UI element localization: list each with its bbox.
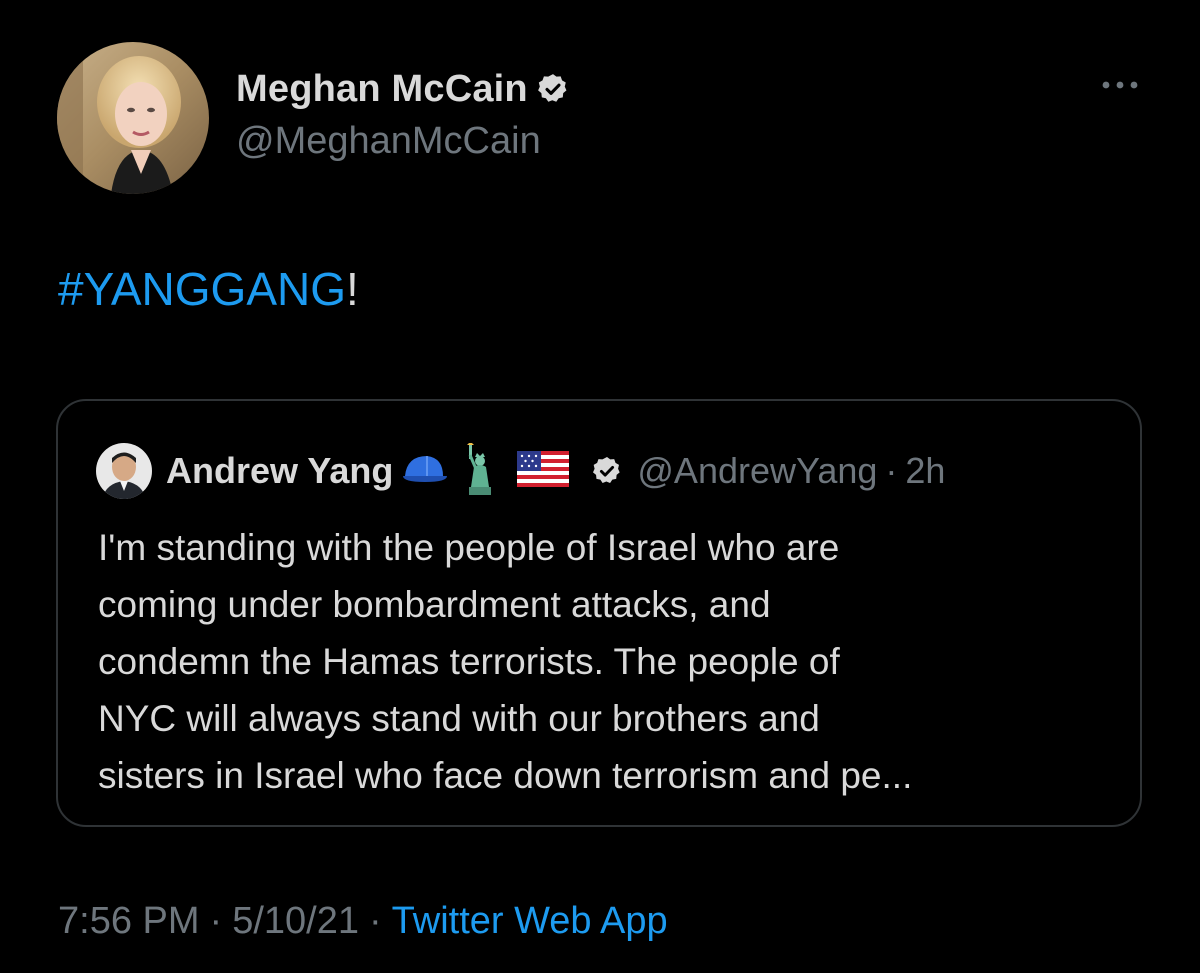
author-avatar[interactable]: [57, 42, 209, 194]
author-handle[interactable]: @MeghanMcCain: [236, 120, 541, 163]
quoted-tweet-body: I'm standing with the people of Israel w…: [98, 519, 1118, 804]
quoted-line: condemn the Hamas terrorists. The people…: [98, 641, 840, 682]
quoted-line: NYC will always stand with our brothers …: [98, 698, 820, 739]
quoted-tweet-card[interactable]: Andrew Yang @AndrewYang · 2h I'm standin…: [56, 399, 1142, 827]
us-flag-icon: [517, 450, 570, 487]
avatar-image: [57, 42, 209, 194]
tweet-source-link[interactable]: Twitter Web App: [392, 900, 668, 942]
quoted-separator: ·: [885, 450, 898, 491]
author-name-row[interactable]: Meghan McCain: [236, 66, 570, 112]
more-options-button[interactable]: [1092, 70, 1148, 100]
tweet-footer: 7:56 PM · 5/10/21 · Twitter Web App: [58, 900, 668, 943]
quoted-verified-badge-icon: [593, 457, 621, 483]
author-display-name[interactable]: Meghan McCain: [236, 68, 528, 111]
quoted-avatar-image: [96, 443, 152, 499]
quoted-line: I'm standing with the people of Israel w…: [98, 527, 840, 568]
statue-of-liberty-icon: [467, 442, 492, 495]
quoted-tweet-header: Andrew Yang @AndrewYang · 2h: [96, 442, 946, 500]
tweet-time[interactable]: 7:56 PM: [58, 900, 200, 942]
statue-of-liberty-emoji: [463, 442, 497, 500]
quoted-line: sisters in Israel who face down terroris…: [98, 755, 913, 796]
quoted-line: coming under bombardment attacks, and: [98, 584, 771, 625]
tweet-date[interactable]: 5/10/21: [232, 900, 359, 942]
tweet-detail: Meghan McCain @MeghanMcCain #YANGGANG! A…: [0, 0, 1200, 973]
quoted-timestamp: 2h: [905, 450, 946, 491]
footer-separator: ·: [209, 900, 223, 942]
tweet-text: #YANGGANG!: [58, 262, 359, 316]
blue-cap-icon: [403, 455, 448, 482]
verified-badge-icon: [537, 74, 567, 102]
tweet-text-suffix: !: [346, 263, 359, 315]
us-flag-emoji: [517, 450, 570, 492]
more-options-icon: [1102, 81, 1138, 89]
hashtag-link[interactable]: #YANGGANG: [58, 263, 346, 315]
quoted-author-handle: @AndrewYang: [637, 450, 878, 491]
quoted-author-name: Andrew Yang: [166, 450, 394, 491]
quoted-author-avatar: [96, 443, 152, 499]
blue-cap-emoji: [399, 452, 449, 491]
footer-separator: ·: [368, 900, 382, 942]
